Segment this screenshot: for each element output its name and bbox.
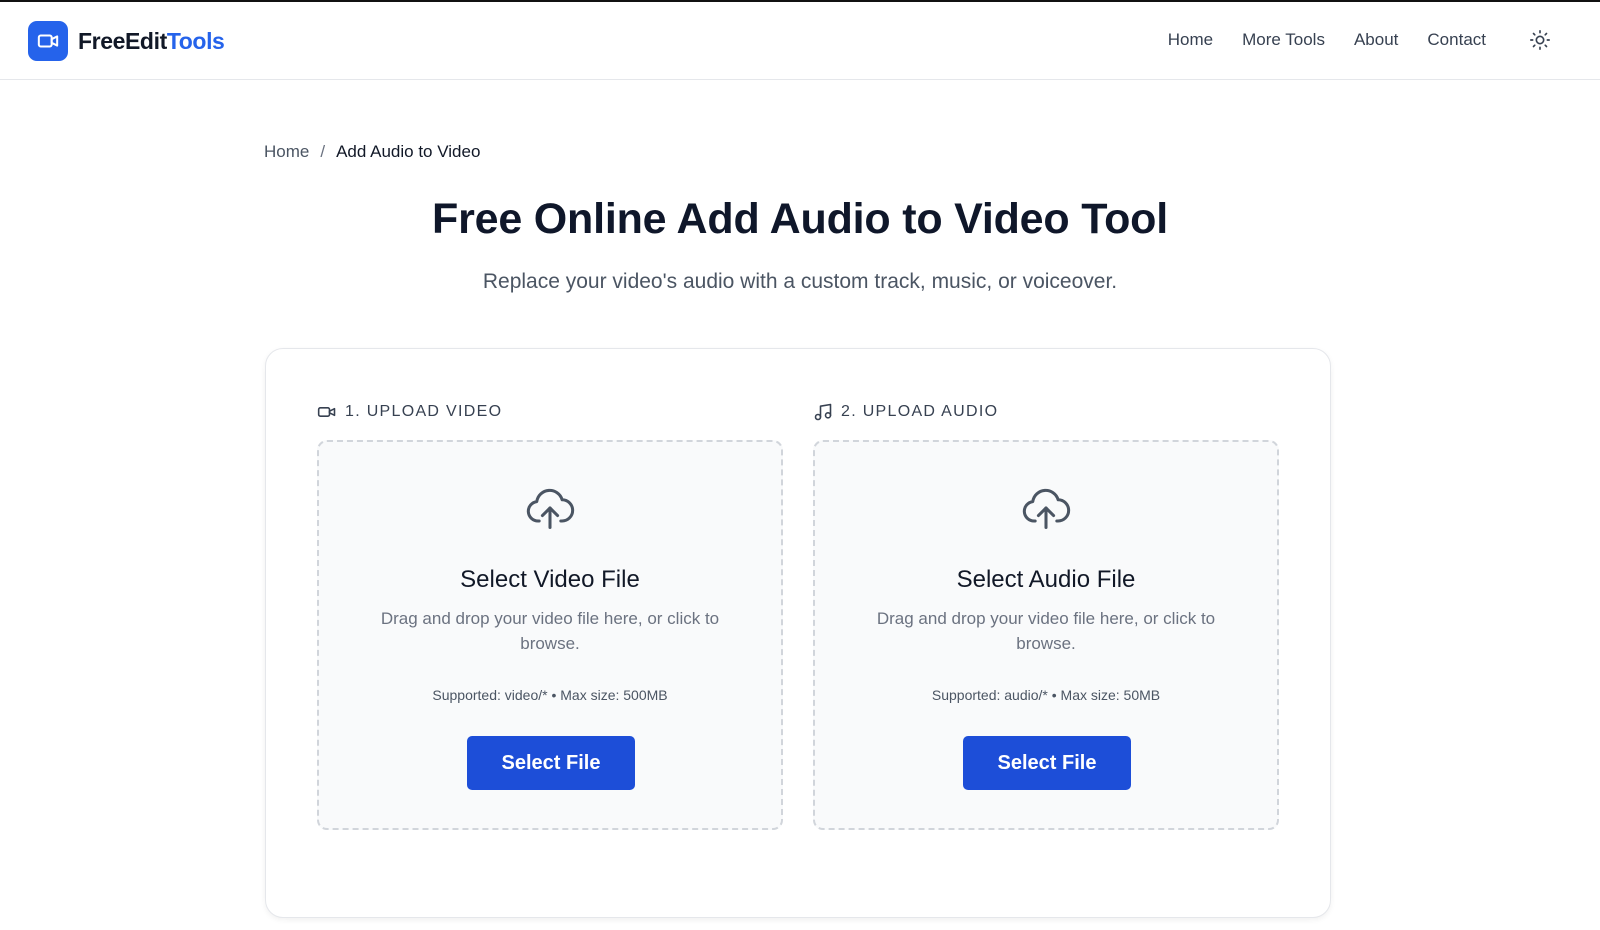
music-note-icon bbox=[813, 402, 833, 422]
brand-name: FreeEditTools bbox=[78, 27, 225, 55]
nav-about[interactable]: About bbox=[1354, 29, 1398, 51]
nav-contact[interactable]: Contact bbox=[1427, 29, 1486, 51]
nav-more-tools[interactable]: More Tools bbox=[1242, 29, 1325, 51]
video-supported-formats: Supported: video/* • Max size: 500MB bbox=[432, 687, 668, 703]
audio-dropzone-title: Select Audio File bbox=[956, 566, 1136, 593]
upload-video-label: 1. UPLOAD VIDEO bbox=[317, 402, 502, 422]
site-logo[interactable]: FreeEditTools bbox=[28, 21, 225, 61]
cloud-upload-icon bbox=[815, 482, 1277, 534]
theme-toggle-button[interactable] bbox=[1528, 29, 1552, 56]
cloud-upload-icon bbox=[319, 482, 781, 534]
video-camera-logo-icon bbox=[28, 21, 68, 61]
nav-home[interactable]: Home bbox=[1168, 29, 1213, 51]
breadcrumb-home-link[interactable]: Home bbox=[264, 142, 309, 162]
breadcrumb: Home / Add Audio to Video bbox=[264, 142, 480, 162]
sun-icon bbox=[1529, 29, 1551, 56]
upload-video-label-text: 1. UPLOAD VIDEO bbox=[345, 403, 503, 420]
site-header: FreeEditTools Home More Tools About Cont… bbox=[0, 2, 1600, 80]
page-subtitle: Replace your video's audio with a custom… bbox=[482, 270, 1118, 293]
select-audio-file-button[interactable]: Select File bbox=[963, 736, 1131, 790]
select-video-file-button[interactable]: Select File bbox=[467, 736, 635, 790]
audio-dropzone-description: Drag and drop your video file here, or c… bbox=[876, 609, 1216, 653]
audio-supported-formats: Supported: audio/* • Max size: 50MB bbox=[931, 687, 1161, 703]
video-camera-icon bbox=[317, 402, 337, 422]
page-title: Free Online Add Audio to Video Tool bbox=[432, 195, 1168, 243]
video-dropzone-description: Drag and drop your video file here, or c… bbox=[380, 609, 720, 653]
video-dropzone-title: Select Video File bbox=[460, 566, 640, 593]
breadcrumb-separator: / bbox=[320, 142, 326, 161]
upload-audio-label-text: 2. UPLOAD AUDIO bbox=[841, 403, 999, 420]
upload-card: 1. UPLOAD VIDEO Select Video File Drag a… bbox=[265, 348, 1331, 918]
main-nav: Home More Tools About Contact bbox=[1139, 29, 1486, 51]
upload-audio-label: 2. UPLOAD AUDIO bbox=[813, 402, 998, 422]
audio-dropzone[interactable]: Select Audio File Drag and drop your vid… bbox=[813, 440, 1279, 830]
video-dropzone[interactable]: Select Video File Drag and drop your vid… bbox=[317, 440, 783, 830]
breadcrumb-current: Add Audio to Video bbox=[336, 142, 481, 161]
brand-name-part2: Tools bbox=[166, 27, 225, 54]
brand-name-part1: FreeEdit bbox=[78, 27, 167, 54]
